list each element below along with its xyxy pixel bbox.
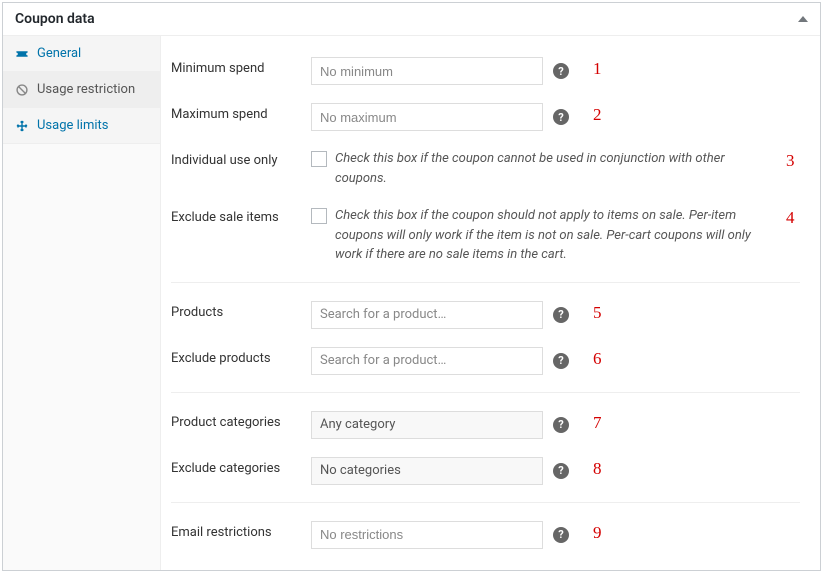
- help-icon[interactable]: ?: [553, 109, 569, 125]
- row-maximum-spend: Maximum spend ? 2: [171, 94, 800, 140]
- row-exclude-sale: Exclude sale items Check this box if the…: [171, 197, 800, 274]
- help-icon[interactable]: ?: [553, 63, 569, 79]
- row-minimum-spend: Minimum spend ? 1: [171, 48, 800, 94]
- help-icon[interactable]: ?: [553, 417, 569, 433]
- row-email-restrictions: Email restrictions ? 9: [171, 502, 800, 558]
- ticket-icon: [15, 47, 29, 61]
- panel-title: Coupon data: [15, 11, 95, 27]
- panel-body: General Usage restriction Usage limits M…: [3, 36, 820, 570]
- collapse-toggle-icon[interactable]: [798, 16, 808, 22]
- annotation-number: 5: [593, 303, 607, 323]
- label-products: Products: [171, 301, 311, 320]
- label-email-restrictions: Email restrictions: [171, 521, 311, 540]
- annotation-number: 3: [786, 151, 800, 171]
- label-exclude-products: Exclude products: [171, 347, 311, 366]
- label-product-categories: Product categories: [171, 411, 311, 430]
- products-select[interactable]: Search for a product…: [311, 301, 543, 329]
- row-product-categories: Product categories Any category ? 7: [171, 392, 800, 448]
- minimum-spend-input[interactable]: [311, 57, 543, 85]
- label-minimum-spend: Minimum spend: [171, 57, 311, 76]
- label-individual-use: Individual use only: [171, 149, 311, 168]
- help-icon[interactable]: ?: [553, 463, 569, 479]
- row-individual-use: Individual use only Check this box if th…: [171, 140, 800, 197]
- tabs-sidebar: General Usage restriction Usage limits: [3, 36, 161, 570]
- label-maximum-spend: Maximum spend: [171, 103, 311, 122]
- help-icon[interactable]: ?: [553, 307, 569, 323]
- move-icon: [15, 119, 29, 133]
- tab-label: Usage restriction: [37, 82, 135, 97]
- tab-label: Usage limits: [37, 118, 108, 133]
- help-icon[interactable]: ?: [553, 527, 569, 543]
- row-products: Products Search for a product… ? 5: [171, 282, 800, 338]
- individual-use-description: Check this box if the coupon cannot be u…: [335, 149, 762, 188]
- tab-general[interactable]: General: [3, 36, 160, 72]
- product-categories-select[interactable]: Any category: [311, 411, 543, 439]
- exclude-sale-description: Check this box if the coupon should not …: [335, 206, 762, 265]
- exclude-categories-select[interactable]: No categories: [311, 457, 543, 485]
- exclude-sale-checkbox[interactable]: [311, 208, 327, 224]
- annotation-number: 1: [593, 59, 607, 79]
- annotation-number: 7: [593, 413, 607, 433]
- annotation-number: 9: [593, 523, 607, 543]
- tab-usage-restriction[interactable]: Usage restriction: [3, 72, 160, 108]
- email-restrictions-input[interactable]: [311, 521, 543, 549]
- row-exclude-products: Exclude products Search for a product… ?…: [171, 338, 800, 384]
- label-exclude-categories: Exclude categories: [171, 457, 311, 476]
- row-exclude-categories: Exclude categories No categories ? 8: [171, 448, 800, 494]
- label-exclude-sale: Exclude sale items: [171, 206, 311, 225]
- ban-icon: [15, 83, 29, 97]
- form-content: Minimum spend ? 1 Maximum spend ? 2 Indi…: [161, 36, 820, 570]
- annotation-number: 8: [593, 459, 607, 479]
- coupon-data-panel: Coupon data General Usage restriction: [2, 2, 821, 571]
- help-icon[interactable]: ?: [553, 353, 569, 369]
- annotation-number: 4: [786, 208, 800, 228]
- individual-use-checkbox[interactable]: [311, 151, 327, 167]
- panel-header[interactable]: Coupon data: [3, 3, 820, 36]
- annotation-number: 2: [593, 105, 607, 125]
- maximum-spend-input[interactable]: [311, 103, 543, 131]
- annotation-number: 6: [593, 349, 607, 369]
- exclude-products-select[interactable]: Search for a product…: [311, 347, 543, 375]
- tab-usage-limits[interactable]: Usage limits: [3, 108, 160, 144]
- tab-label: General: [37, 46, 81, 61]
